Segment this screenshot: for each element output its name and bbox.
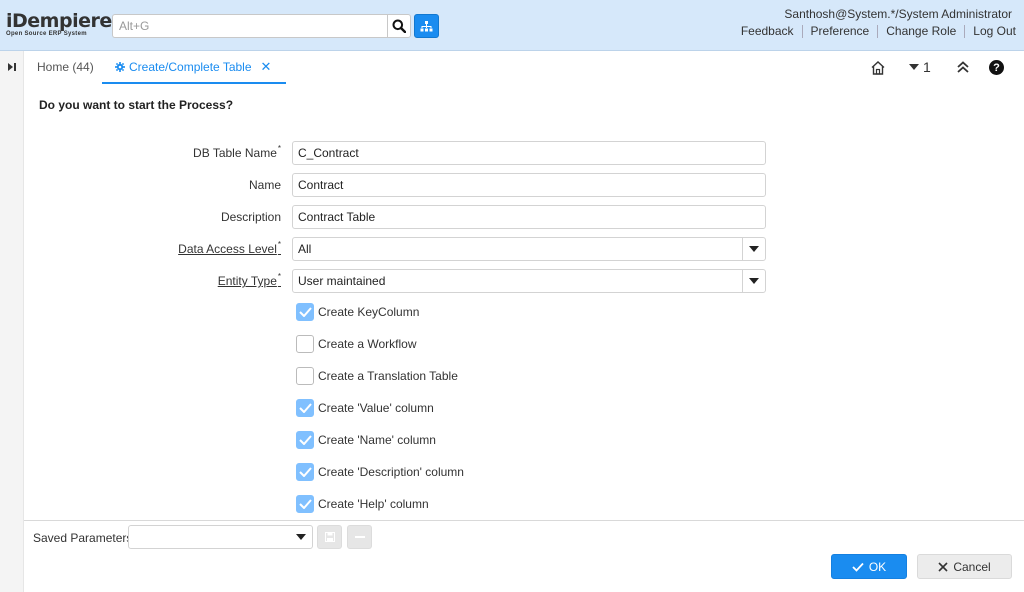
cancel-button[interactable]: Cancel bbox=[917, 554, 1012, 579]
db-table-name-field[interactable]: C_Contract bbox=[292, 141, 766, 165]
ok-button[interactable]: OK bbox=[831, 554, 907, 579]
create-workflow-checkbox[interactable]: Create a Workflow bbox=[296, 335, 416, 353]
checkbox-label: Create a Translation Table bbox=[318, 369, 458, 383]
search-button[interactable] bbox=[387, 14, 411, 38]
save-parameters-button[interactable] bbox=[317, 525, 342, 549]
menu-tree-button[interactable] bbox=[414, 14, 439, 38]
footer-divider bbox=[24, 520, 1024, 521]
description-label: Description bbox=[220, 210, 281, 224]
minus-icon bbox=[354, 536, 365, 538]
check-icon bbox=[298, 307, 312, 317]
chevron-down-icon[interactable] bbox=[909, 64, 919, 71]
checkbox[interactable] bbox=[296, 431, 314, 449]
chevron-down-icon[interactable] bbox=[742, 270, 765, 292]
checkbox-label: Create 'Name' column bbox=[318, 433, 436, 447]
change-role-link[interactable]: Change Role bbox=[877, 25, 964, 38]
preference-link[interactable]: Preference bbox=[801, 25, 878, 38]
saved-parameters-label: Saved Parameters bbox=[33, 531, 133, 545]
process-question: Do you want to start the Process? bbox=[39, 98, 234, 112]
checkbox[interactable] bbox=[296, 335, 314, 353]
home-icon[interactable] bbox=[870, 60, 886, 76]
checkbox-label: Create KeyColumn bbox=[318, 305, 420, 319]
global-search-input[interactable] bbox=[112, 14, 387, 38]
description-field[interactable]: Contract Table bbox=[292, 205, 766, 229]
entity-type-label[interactable]: Entity Type* bbox=[218, 272, 281, 288]
check-icon bbox=[298, 499, 312, 509]
checkbox-label: Create 'Value' column bbox=[318, 401, 434, 415]
name-label: Name bbox=[248, 178, 281, 192]
saved-parameters-select[interactable] bbox=[128, 525, 313, 549]
logo-text: iDempiere bbox=[6, 10, 112, 32]
header-bar: iDempiere Open Source ERP System Santhos… bbox=[0, 0, 1024, 51]
delete-parameters-button[interactable] bbox=[347, 525, 372, 549]
checkbox-label: Create 'Description' column bbox=[318, 465, 464, 479]
header-links: Feedback Preference Change Role Log Out bbox=[733, 24, 1016, 39]
feedback-link[interactable]: Feedback bbox=[733, 25, 802, 38]
menu-tree-icon bbox=[420, 20, 433, 31]
check-icon bbox=[852, 562, 864, 572]
logout-link[interactable]: Log Out bbox=[964, 25, 1016, 38]
create-description-column-checkbox[interactable]: Create 'Description' column bbox=[296, 463, 464, 481]
data-access-level-select[interactable]: All bbox=[292, 237, 766, 261]
checkbox-label: Create a Workflow bbox=[318, 337, 417, 351]
check-icon bbox=[298, 467, 312, 477]
tab-create-complete-table[interactable]: Create/Complete Table ✕ bbox=[102, 51, 286, 84]
checkbox[interactable] bbox=[296, 463, 314, 481]
help-icon[interactable]: ? bbox=[989, 60, 1004, 75]
check-icon bbox=[298, 435, 312, 445]
create-translation-table-checkbox[interactable]: Create a Translation Table bbox=[296, 367, 458, 385]
db-table-name-label: DB Table Name* bbox=[193, 144, 281, 160]
current-user-role: Santhosh@System.*/System Administrator bbox=[784, 7, 1012, 21]
tab-label: Create/Complete Table bbox=[129, 59, 252, 74]
chevron-down-icon[interactable] bbox=[742, 238, 765, 260]
gear-icon bbox=[115, 61, 125, 72]
ok-label: OK bbox=[868, 559, 887, 574]
close-icon[interactable]: ✕ bbox=[261, 60, 272, 73]
tab-home[interactable]: Home (44) bbox=[37, 60, 94, 74]
chevron-down-icon[interactable] bbox=[290, 526, 312, 548]
left-collapsed-panel bbox=[0, 51, 24, 592]
create-name-column-checkbox[interactable]: Create 'Name' column bbox=[296, 431, 436, 449]
checkbox[interactable] bbox=[296, 399, 314, 417]
search-icon bbox=[392, 19, 406, 33]
cancel-label: Cancel bbox=[953, 559, 991, 574]
create-keycolumn-checkbox[interactable]: Create KeyColumn bbox=[296, 303, 419, 321]
expand-panel-icon[interactable] bbox=[7, 62, 17, 72]
name-field[interactable]: Contract bbox=[292, 173, 766, 197]
checkbox[interactable] bbox=[296, 303, 314, 321]
create-value-column-checkbox[interactable]: Create 'Value' column bbox=[296, 399, 434, 417]
data-access-level-label[interactable]: Data Access Level* bbox=[178, 240, 281, 256]
entity-type-select[interactable]: User maintained bbox=[292, 269, 766, 293]
window-tab-bar: Home (44) Create/Complete Table ✕ 1 ? bbox=[24, 51, 1024, 84]
entity-type-value: User maintained bbox=[298, 274, 386, 288]
check-icon bbox=[298, 403, 312, 413]
save-icon bbox=[324, 532, 335, 542]
open-window-count[interactable]: 1 bbox=[923, 59, 931, 75]
checkbox[interactable] bbox=[296, 495, 314, 513]
data-access-level-value: All bbox=[298, 242, 312, 256]
checkbox-label: Create 'Help' column bbox=[318, 497, 429, 511]
app-logo[interactable]: iDempiere Open Source ERP System bbox=[6, 10, 112, 37]
x-icon bbox=[938, 561, 948, 572]
checkbox[interactable] bbox=[296, 367, 314, 385]
double-chevron-up-icon[interactable] bbox=[956, 60, 970, 74]
create-help-column-checkbox[interactable]: Create 'Help' column bbox=[296, 495, 429, 513]
